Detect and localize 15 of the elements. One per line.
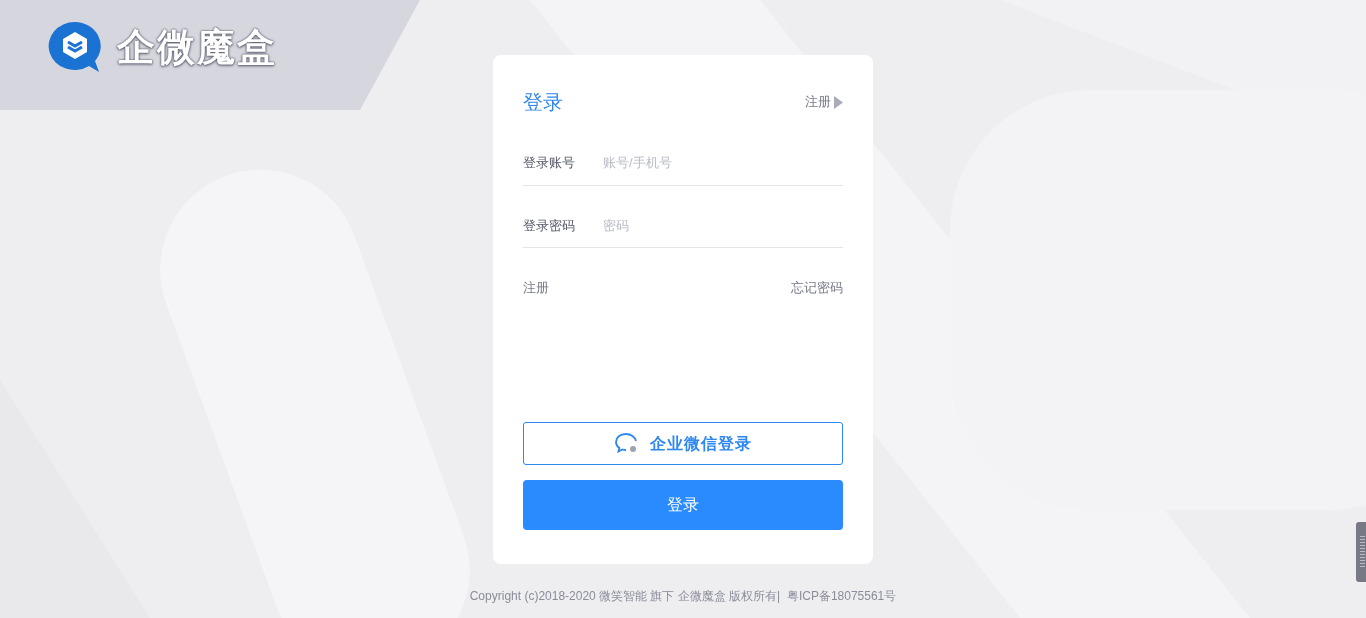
play-icon xyxy=(834,95,843,109)
copyright-text: Copyright (c)2018-2020 微笑智能 旗下 企微魔盒 版权所有| 粤ICP备18075561号 xyxy=(469,588,897,605)
card-title: 登录 xyxy=(523,90,563,115)
wecom-login-button[interactable]: 企业微信登录 xyxy=(523,422,843,465)
field-label: 登录账号 xyxy=(523,154,576,172)
input-field[interactable]: 账号/手机号 xyxy=(603,153,843,173)
input-field[interactable]: 密码 xyxy=(603,215,843,235)
field-label: 登录密码 xyxy=(523,216,576,235)
forgot-password-link[interactable]: 忘记密码 xyxy=(791,278,843,298)
side-tab[interactable] xyxy=(1356,522,1366,582)
login-button[interactable]: 登录 xyxy=(523,480,843,530)
chat-bubble-icon xyxy=(614,431,640,456)
register-link[interactable]: 注册 xyxy=(805,92,843,112)
logo-text: 企微魔盒 xyxy=(117,28,277,66)
register-link[interactable]: 注册 xyxy=(523,278,549,298)
